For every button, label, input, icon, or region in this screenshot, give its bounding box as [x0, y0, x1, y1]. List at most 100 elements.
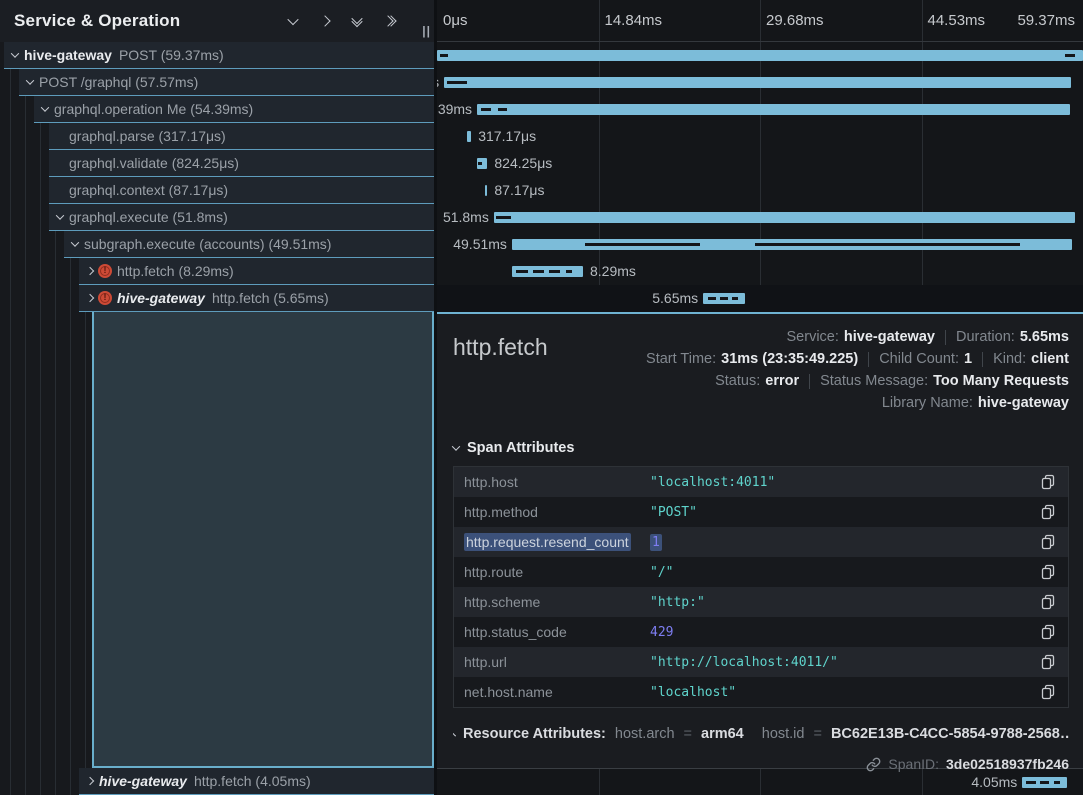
timeline-span-row: 317.17μs: [437, 123, 1083, 150]
child-span-marker: [478, 162, 482, 165]
span-bar[interactable]: [444, 77, 1071, 88]
copy-icon[interactable]: [1028, 684, 1068, 700]
span-bar[interactable]: [477, 104, 1070, 115]
span-tree-row[interactable]: POST /graphql (57.57ms): [0, 69, 434, 96]
attribute-row: http.host"localhost:4011": [454, 467, 1068, 497]
attribute-key: http.scheme: [454, 594, 650, 610]
duration-label: 8.29ms: [590, 258, 636, 285]
attribute-row: http.request.resend_count1: [454, 527, 1068, 557]
expand-all-icon[interactable]: [380, 13, 398, 29]
span-bar[interactable]: [437, 50, 1083, 61]
equals-sign: =: [684, 726, 692, 742]
chevron-down-icon[interactable]: [37, 106, 52, 112]
copy-icon[interactable]: [1028, 504, 1068, 520]
chevron-down-icon[interactable]: [67, 241, 82, 247]
meta-pair: Status Message:Too Many Requests: [820, 373, 1069, 389]
span-tree-row[interactable]: graphql.execute (51.8ms): [0, 204, 434, 231]
span-row-content: POST /graphql (57.57ms): [19, 69, 434, 96]
span-tree-row[interactable]: hive-gatewayhttp.fetch (4.05ms): [0, 768, 434, 795]
span-detail-panel: http.fetch Service:hive-gatewayDuration:…: [437, 312, 1083, 768]
span-tree-row[interactable]: http.fetch (8.29ms): [0, 258, 434, 285]
span-bar[interactable]: [467, 131, 472, 142]
timeline-span-row: 49.51ms: [437, 231, 1083, 258]
attribute-row: http.scheme"http:": [454, 587, 1068, 617]
span-tree-row[interactable]: hive-gatewayPOST (59.37ms): [0, 42, 434, 69]
meta-value: client: [1031, 351, 1069, 367]
meta-label: Status Message:: [820, 373, 928, 389]
copy-icon[interactable]: [1028, 564, 1068, 580]
meta-value: hive-gateway: [978, 395, 1069, 411]
span-row-content: graphql.execute (51.8ms): [49, 204, 434, 231]
meta-line: Start Time:31ms (23:35:49.225)Child Coun…: [646, 348, 1069, 370]
attribute-key: http.route: [454, 564, 650, 580]
collapse-one-icon[interactable]: [284, 13, 302, 29]
attribute-value: "http:": [650, 595, 1028, 610]
panel-resize-grip[interactable]: ||: [422, 24, 431, 38]
resource-attributes-row[interactable]: Resource Attributes: host.arch=arm64host…: [453, 722, 1069, 746]
time-tick-label: 29.68ms: [766, 0, 824, 42]
chevron-right-icon[interactable]: [82, 778, 97, 784]
meta-line: Service:hive-gatewayDuration:5.65ms: [787, 326, 1070, 348]
meta-value: hive-gateway: [844, 329, 935, 345]
child-span-marker: [732, 297, 738, 300]
duration-label: 824.25μs: [494, 150, 552, 177]
span-row-content: hive-gatewayPOST (59.37ms): [4, 42, 434, 69]
child-span-marker: [1040, 781, 1050, 784]
meta-line: Library Name:hive-gateway: [882, 392, 1069, 414]
selected-span-region: [0, 312, 434, 768]
duration-label: 87.17μs: [494, 177, 544, 204]
meta-label: Status:: [715, 373, 760, 389]
span-row-content: graphql.operation Me (54.39ms): [34, 96, 434, 123]
resource-attributes-title: Resource Attributes:: [463, 726, 606, 742]
bottom-span-row: hive-gatewayhttp.fetch (4.05ms): [0, 768, 437, 795]
tree-indent-guides: [0, 231, 64, 258]
detail-header: http.fetch Service:hive-gatewayDuration:…: [453, 326, 1069, 414]
time-tick-label: 14.84ms: [605, 0, 663, 42]
link-icon[interactable]: [866, 757, 881, 772]
panel-divider[interactable]: [434, 0, 437, 795]
copy-icon[interactable]: [1028, 654, 1068, 670]
chevron-right-icon[interactable]: [82, 268, 97, 274]
chevron-right-icon[interactable]: [82, 295, 97, 301]
span-tree-row[interactable]: subgraph.execute (accounts) (49.51ms): [0, 231, 434, 258]
child-span-marker: [755, 243, 1020, 246]
copy-icon[interactable]: [1028, 594, 1068, 610]
panel-title: Service & Operation: [14, 11, 284, 31]
time-tick-label: 0μs: [443, 0, 468, 42]
chevron-down-icon[interactable]: [22, 79, 37, 85]
selected-span-highlight: [92, 312, 434, 768]
error-icon: [98, 264, 112, 278]
timeline-span-row: 8.29ms: [437, 258, 1083, 285]
operation-name: graphql.execute (51.8ms): [69, 209, 228, 225]
copy-icon[interactable]: [1028, 624, 1068, 640]
chevron-down-icon[interactable]: [52, 214, 67, 220]
copy-icon[interactable]: [1028, 534, 1068, 550]
span-bar[interactable]: [494, 212, 1075, 223]
timeline-panel: 0μs14.84ms29.68ms44.53ms59.37ms 59.37ms5…: [437, 0, 1083, 795]
span-row-content: hive-gatewayhttp.fetch (4.05ms): [79, 768, 434, 795]
attribute-value: "localhost": [650, 685, 1028, 700]
attribute-value: "POST": [650, 505, 1028, 520]
operation-name: http.fetch (4.05ms): [194, 773, 311, 789]
span-tree-row[interactable]: hive-gatewayhttp.fetch (5.65ms): [0, 285, 434, 312]
equals-sign: =: [813, 726, 821, 742]
operation-name: POST (59.37ms): [119, 47, 224, 63]
meta-value: 5.65ms: [1020, 329, 1069, 345]
span-tree-row[interactable]: graphql.context (87.17μs): [0, 177, 434, 204]
collapse-all-icon[interactable]: [348, 13, 366, 29]
chevron-down-icon[interactable]: [7, 52, 22, 58]
child-span-marker: [566, 270, 572, 273]
span-tree-row[interactable]: graphql.validate (824.25μs): [0, 150, 434, 177]
timeline-span-row: 57.57ms: [437, 69, 1083, 96]
span-attributes-toggle[interactable]: Span Attributes: [453, 440, 1069, 456]
span-tree-row[interactable]: graphql.parse (317.17μs): [0, 123, 434, 150]
span-tree-row[interactable]: graphql.operation Me (54.39ms): [0, 96, 434, 123]
attribute-row: http.url"http://localhost:4011/": [454, 647, 1068, 677]
child-span-marker: [585, 243, 700, 246]
copy-icon[interactable]: [1028, 474, 1068, 490]
operation-name: http.fetch (8.29ms): [117, 263, 234, 279]
expand-one-icon[interactable]: [316, 13, 334, 29]
span-bar[interactable]: [485, 185, 488, 196]
chevron-right-icon: [453, 732, 456, 737]
error-icon: [98, 291, 112, 305]
